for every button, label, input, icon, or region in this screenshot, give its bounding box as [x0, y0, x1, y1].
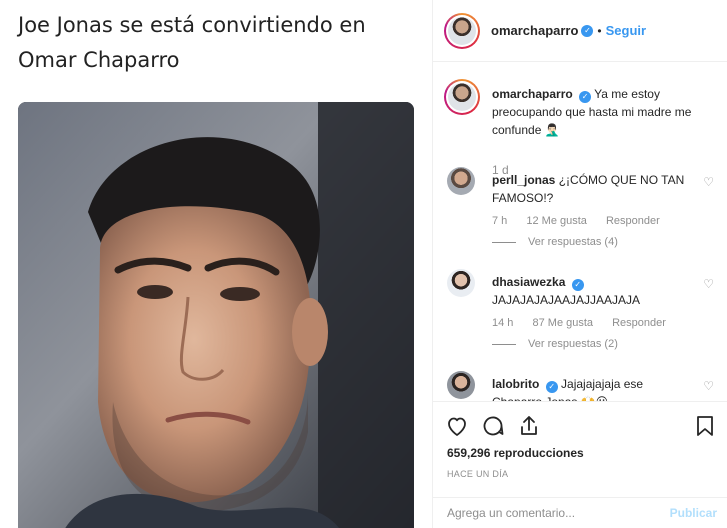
commenter-avatar[interactable]: [447, 371, 475, 399]
header-separator: •: [597, 23, 602, 38]
commenter-username[interactable]: dhasiawezka: [492, 275, 565, 289]
verified-badge-icon: ✓: [581, 24, 594, 37]
comment-likes[interactable]: 12 Me gusta: [526, 215, 587, 227]
comments-list[interactable]: omarchaparro ✓ Ya me estoy preocupando q…: [433, 63, 727, 401]
media-caption-text: Joe Jonas se está convirtiendo en Omar C…: [18, 13, 366, 72]
commenter-avatar[interactable]: [447, 269, 475, 297]
comment-meta: 7 h 12 Me gusta Responder: [492, 215, 676, 227]
share-icon[interactable]: [517, 414, 541, 438]
comment-text: perll_jonas ¿¡CÓMO QUE NO TAN FAMOSO!?: [492, 171, 692, 207]
view-replies-label: Ver respuestas (2): [528, 338, 618, 350]
author-username[interactable]: omarchaparro: [491, 23, 578, 38]
owner-comment-avatar[interactable]: [444, 79, 480, 115]
view-count[interactable]: 659,296 reproducciones: [447, 446, 584, 460]
replies-line: [492, 343, 516, 345]
commenter-avatar[interactable]: [447, 167, 475, 195]
commenter-username[interactable]: lalobrito: [492, 377, 539, 391]
comment-time[interactable]: 14 h: [492, 317, 513, 329]
publish-button[interactable]: Publicar: [670, 506, 727, 520]
like-comment-heart-icon[interactable]: ♡: [703, 277, 714, 291]
comment-body: JAJAJAJAJAAJAJJAAJAJA: [492, 293, 641, 307]
heart-icon[interactable]: [445, 414, 469, 438]
action-icons: [445, 414, 541, 438]
author-avatar[interactable]: [444, 12, 480, 49]
post-photo[interactable]: [18, 102, 414, 528]
avatar-image: [448, 83, 476, 111]
comment-likes[interactable]: 87 Me gusta: [532, 317, 593, 329]
post-media: Joe Jonas se está convirtiendo en Omar C…: [0, 0, 432, 528]
post-details-panel: omarchaparro ✓ • Seguir omarchaparro ✓ Y…: [433, 0, 727, 528]
follow-button[interactable]: Seguir: [606, 23, 646, 38]
avatar-image: [448, 16, 476, 45]
comment-bubble-icon[interactable]: [481, 414, 505, 438]
verified-badge-icon: ✓: [545, 381, 558, 393]
comment-text: dhasiawezka ✓ JAJAJAJAJAAJAJJAAJAJA: [492, 273, 692, 309]
add-comment-bar: Publicar: [433, 497, 727, 528]
bookmark-icon[interactable]: [693, 414, 717, 438]
post-header: omarchaparro ✓ • Seguir: [433, 0, 727, 62]
comment-time[interactable]: 7 h: [492, 215, 507, 227]
replies-line: [492, 241, 516, 243]
instagram-post-modal: Joe Jonas se está convirtiendo en Omar C…: [0, 0, 727, 528]
owner-comment-username[interactable]: omarchaparro: [492, 87, 573, 101]
owner-comment-text: omarchaparro ✓ Ya me estoy preocupando q…: [492, 85, 714, 139]
verified-badge-icon: ✓: [571, 279, 584, 291]
like-comment-heart-icon[interactable]: ♡: [703, 379, 714, 393]
verified-badge-icon: ✓: [579, 91, 592, 103]
like-comment-heart-icon[interactable]: ♡: [703, 175, 714, 189]
reply-button[interactable]: Responder: [606, 215, 660, 227]
view-replies-button[interactable]: Ver respuestas (2): [492, 338, 618, 350]
view-replies-label: Ver respuestas (4): [528, 236, 618, 248]
comment-meta: 14 h 87 Me gusta Responder: [492, 317, 682, 329]
comment-input[interactable]: [447, 506, 670, 520]
view-replies-button[interactable]: Ver respuestas (4): [492, 236, 618, 248]
post-timestamp[interactable]: HACE UN DÍA: [447, 469, 508, 479]
comment-text: lalobrito ✓ Jajajajajaja ese Chaparro Jo…: [492, 375, 692, 401]
portrait-image: [18, 102, 414, 528]
reply-button[interactable]: Responder: [612, 317, 666, 329]
commenter-username[interactable]: perll_jonas: [492, 173, 555, 187]
